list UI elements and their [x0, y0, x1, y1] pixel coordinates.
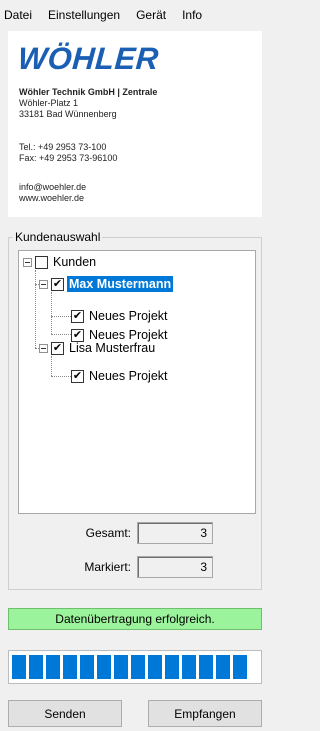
- progress-segment: [182, 655, 196, 679]
- progress-segment: [46, 655, 60, 679]
- menu-info[interactable]: Info: [174, 8, 210, 22]
- status-bar: Datenübertragung erfolgreich.: [8, 608, 262, 630]
- marked-label: Markiert:: [84, 560, 131, 574]
- tree-line: [35, 270, 36, 348]
- tree-label-root: Kunden: [53, 255, 97, 269]
- send-button[interactable]: Senden: [8, 700, 122, 727]
- tree-line: [51, 292, 52, 334]
- tree-line: [51, 316, 71, 317]
- progress-segment: [63, 655, 77, 679]
- tree-node-root[interactable]: Kunden: [23, 254, 98, 270]
- marked-row: Markiert: 3: [71, 556, 213, 578]
- tree-node-project[interactable]: ✔ Neues Projekt: [71, 308, 170, 324]
- progress-segment: [29, 655, 43, 679]
- customer-selection-group: Kundenauswahl Kunden ✔ Max Mustermann ✔ …: [8, 230, 262, 590]
- menu-datei[interactable]: Datei: [4, 8, 40, 22]
- customer-tree[interactable]: Kunden ✔ Max Mustermann ✔ Neues Projekt …: [18, 250, 256, 514]
- progress-segment: [114, 655, 128, 679]
- progress-segment: [165, 655, 179, 679]
- menu-geraet[interactable]: Gerät: [128, 8, 174, 22]
- progress-segment: [97, 655, 111, 679]
- progress-segment: [80, 655, 94, 679]
- progress-segment: [131, 655, 145, 679]
- company-contact: Tel.: +49 2953 73-100 Fax: +49 2953 73-9…: [19, 142, 117, 164]
- company-logo: WÖHLER: [16, 41, 161, 76]
- company-email: info@woehler.de: [19, 182, 87, 192]
- collapse-icon[interactable]: [39, 343, 48, 353]
- company-web: info@woehler.de www.woehler.de: [19, 182, 86, 204]
- total-row: Gesamt: 3: [71, 522, 213, 544]
- progress-segment: [199, 655, 213, 679]
- tree-label-project: Neues Projekt: [89, 369, 168, 383]
- menu-einstellungen[interactable]: Einstellungen: [40, 8, 128, 22]
- company-firm: Wöhler Technik GmbH | Zentrale: [19, 87, 158, 97]
- company-address: Wöhler Technik GmbH | Zentrale Wöhler-Pl…: [19, 87, 157, 120]
- tree-label-project: Neues Projekt: [89, 309, 168, 323]
- company-street: Wöhler-Platz 1: [19, 98, 79, 108]
- tree-line: [51, 376, 71, 377]
- tree-node-project[interactable]: ✔ Neues Projekt: [71, 368, 170, 384]
- tree-label-customer: Max Mustermann: [67, 276, 174, 292]
- progress-bar: [8, 650, 262, 684]
- tree-label-customer: Lisa Musterfrau: [69, 341, 156, 355]
- progress-fill: [12, 655, 247, 679]
- checkbox-checked-icon[interactable]: ✔: [51, 341, 64, 355]
- receive-button[interactable]: Empfangen: [148, 700, 262, 727]
- menu-bar: Datei Einstellungen Gerät Info: [0, 0, 264, 30]
- checkbox-checked-icon[interactable]: ✔: [71, 369, 84, 383]
- collapse-icon[interactable]: [39, 279, 48, 289]
- progress-segment: [216, 655, 230, 679]
- total-label: Gesamt:: [85, 526, 131, 540]
- progress-segment: [148, 655, 162, 679]
- company-city: 33181 Bad Wünnenberg: [19, 109, 117, 119]
- company-info-panel: WÖHLER Wöhler Technik GmbH | Zentrale Wö…: [8, 31, 262, 217]
- group-title: Kundenauswahl: [13, 230, 103, 244]
- total-field: 3: [137, 522, 213, 544]
- progress-segment: [12, 655, 26, 679]
- checkbox-checked-icon[interactable]: ✔: [51, 277, 64, 291]
- tree-node-customer[interactable]: ✔ Lisa Musterfrau: [39, 340, 157, 356]
- company-fax: Fax: +49 2953 73-96100: [19, 153, 118, 163]
- tree-line: [51, 334, 71, 335]
- marked-field: 3: [137, 556, 213, 578]
- checkbox-checked-icon[interactable]: ✔: [71, 309, 84, 323]
- tree-node-customer[interactable]: ✔ Max Mustermann: [39, 276, 174, 292]
- collapse-icon[interactable]: [23, 257, 32, 267]
- company-tel: Tel.: +49 2953 73-100: [19, 142, 107, 152]
- checkbox-root[interactable]: [35, 255, 48, 269]
- tree-line: [51, 356, 52, 376]
- progress-segment: [233, 655, 247, 679]
- company-website: www.woehler.de: [19, 193, 85, 203]
